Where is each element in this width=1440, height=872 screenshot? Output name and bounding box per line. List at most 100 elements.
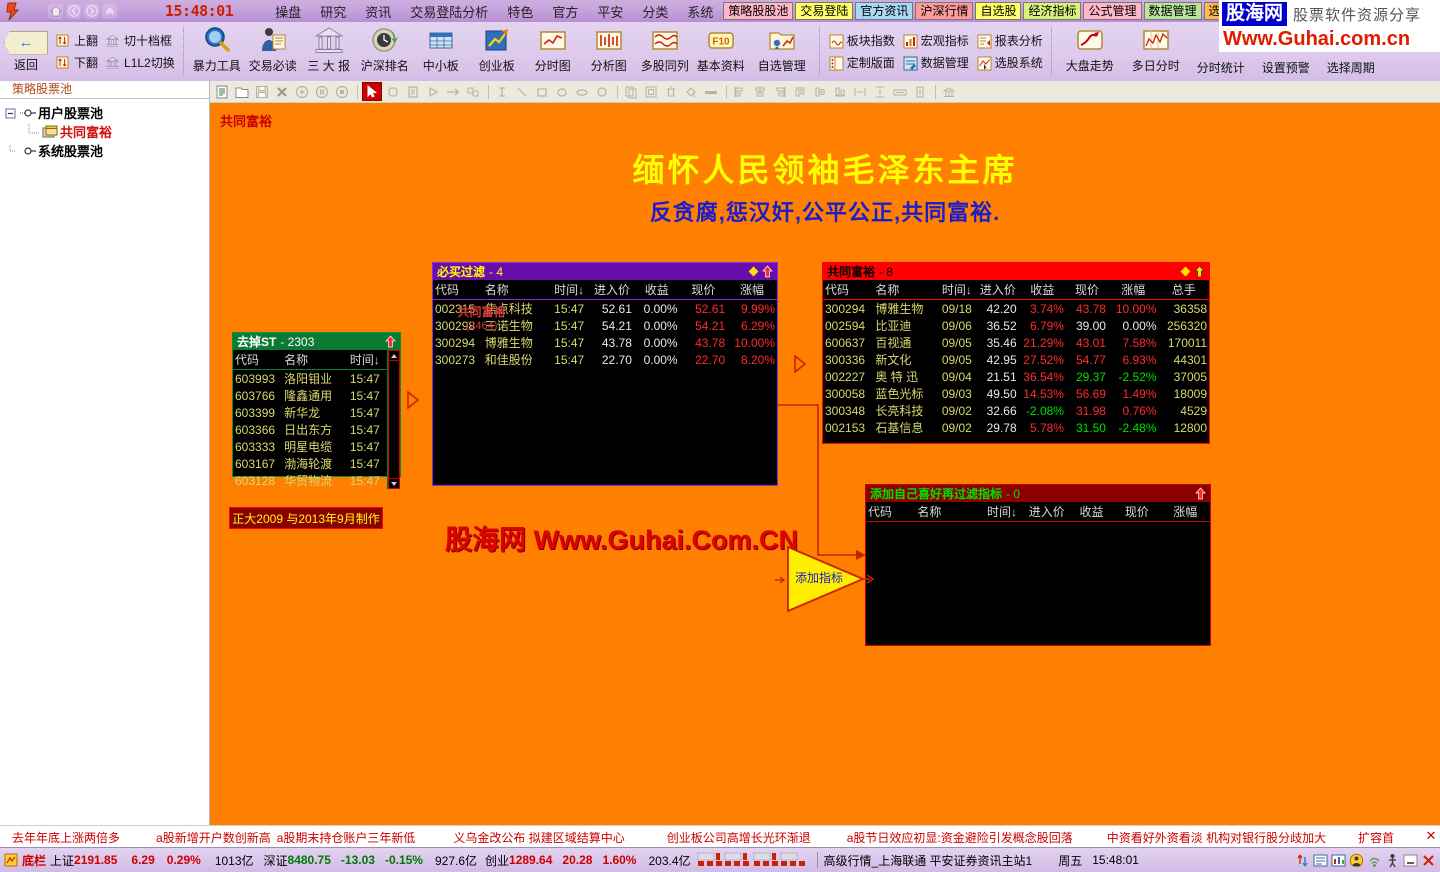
col-profit[interactable]: 收益	[634, 280, 680, 300]
ticker-item[interactable]: 创业板公司高增长光环渐退	[667, 829, 811, 846]
tag-celue-gugupchi[interactable]: 策略股股池	[723, 2, 794, 20]
col-name[interactable]: 名称	[282, 350, 343, 370]
col-price[interactable]: 现价	[1113, 502, 1160, 522]
col-chg[interactable]: 涨幅	[1161, 502, 1210, 522]
col-chg[interactable]: 涨幅	[1108, 280, 1159, 300]
triangle-icon[interactable]	[424, 83, 442, 100]
select-arrow-icon[interactable]	[362, 82, 382, 101]
table-row[interactable]: 300294 博雅生物 09/18 42.20 3.74% 43.78 10.00% 3635…	[823, 300, 1209, 318]
ticker-item[interactable]: 义乌金改公布 拟建区域结算中心	[453, 829, 624, 846]
col-price[interactable]: 现价	[1066, 280, 1108, 300]
list-icon[interactable]	[1313, 853, 1328, 868]
col-code[interactable]: 代码	[433, 280, 483, 300]
menu-item-guanfang[interactable]: 官方	[552, 2, 578, 21]
table-row[interactable]: 603766 隆鑫通用 15:47	[233, 387, 387, 404]
bank-small-icon[interactable]	[940, 83, 958, 100]
ten-level-button[interactable]: 切十档框	[105, 32, 175, 49]
back-button[interactable]: ← 返回	[0, 22, 52, 81]
line-icon[interactable]	[513, 83, 531, 100]
align-left-icon[interactable]	[731, 83, 749, 100]
close-icon[interactable]: ✕	[1424, 828, 1438, 843]
menu-item-jiaoyi-denglu-fenxi[interactable]: 交易登陆分析	[410, 2, 488, 21]
menu-item-pingan[interactable]: 平安	[597, 2, 623, 21]
status-mini-chart[interactable]	[696, 852, 806, 868]
collapse-up-icon[interactable]	[762, 265, 773, 278]
custom-layout-button[interactable]: 定制版面	[829, 54, 895, 71]
person-tray-icon[interactable]	[1349, 853, 1364, 868]
square-icon[interactable]	[533, 83, 551, 100]
circle-icon[interactable]	[593, 83, 611, 100]
window-tianjia-guolv-zhibiao[interactable]: 添加自己喜好再过滤指标 - 0 代码 名称 时间↓ 进入价 收益 现价 涨幅	[865, 484, 1211, 646]
toolbar-button-dapan-zoushi[interactable]: 大盘走势	[1057, 22, 1123, 81]
statusbar-app-icon[interactable]	[4, 853, 18, 867]
home-icon[interactable]	[48, 3, 63, 19]
paste-icon[interactable]	[642, 83, 660, 100]
open-folder-icon[interactable]	[233, 83, 251, 100]
page-down-button[interactable]: 下翻	[56, 54, 98, 71]
minus-bar-icon[interactable]	[702, 83, 720, 100]
align-center-icon[interactable]	[751, 83, 769, 100]
dist-h-icon[interactable]	[851, 83, 869, 100]
sector-index-button[interactable]: 板块指数	[829, 32, 895, 49]
table-row[interactable]: 002594 比亚迪 09/06 36.52 6.79% 39.00 0.00% 256320	[823, 317, 1209, 334]
col-entry[interactable]: 进入价	[1024, 502, 1070, 522]
person-standing-icon[interactable]	[1385, 853, 1400, 868]
ticker-item[interactable]: 扩容首	[1358, 829, 1394, 846]
table-row[interactable]: 300348 长亮科技 09/02 32.66 -2.08% 31.98 0.76% 4529	[823, 402, 1209, 419]
menu-item-tese[interactable]: 特色	[507, 2, 533, 21]
table-row[interactable]: 600637 百视通 09/05 35.46 21.29% 43.01 7.58% 17001…	[823, 334, 1209, 351]
col-code[interactable]: 代码	[823, 280, 873, 300]
tab-celue-gupiaochi[interactable]: 策略股票池	[4, 81, 86, 99]
toolbar-button-jiaoyi-bidu[interactable]: 交易必读	[245, 22, 301, 81]
page-up-button[interactable]: 上翻	[56, 32, 98, 49]
col-chg[interactable]: 涨幅	[727, 280, 777, 300]
toolbar-button-chuangyeban[interactable]: 创业板	[469, 22, 525, 81]
toolbar-button-jiben-ziliao[interactable]: F10 基本资料	[693, 22, 749, 81]
diamond-icon[interactable]	[748, 266, 759, 277]
tag-gongshi-guanli[interactable]: 公式管理	[1083, 2, 1142, 20]
play-icon[interactable]	[293, 83, 311, 100]
ticker-item[interactable]: 中资看好外资看淡 机构对银行股分歧加大	[1107, 829, 1326, 846]
col-time[interactable]: 时间↓	[980, 502, 1024, 522]
fill-icon[interactable]	[682, 83, 700, 100]
toolbar-button-duori-fenshi[interactable]: 多日分时	[1123, 22, 1189, 81]
toolbar-button-duogu-tonglie[interactable]: 多股同列	[637, 22, 693, 81]
scroll-up-button[interactable]	[388, 350, 400, 361]
col-profit[interactable]: 收益	[1070, 502, 1114, 522]
table-row[interactable]: 002153 石基信息 09/02 29.78 5.78% 31.50 -2.48% 1280…	[823, 419, 1209, 436]
window-titlebar[interactable]: 共同富裕 - 8	[823, 263, 1209, 280]
table-row[interactable]: 002227 奥 特 迅 09/04 21.51 36.54% 29.37 -2.52% 37…	[823, 368, 1209, 385]
toolbar-button-sandabao[interactable]: 三 大 报	[301, 22, 357, 81]
minimize-icon[interactable]	[1403, 853, 1418, 868]
vertical-scrollbar[interactable]	[387, 350, 400, 489]
col-name[interactable]: 名称	[483, 280, 549, 300]
table-row[interactable]: 603333 明星电缆 15:47	[233, 438, 387, 455]
trash-icon[interactable]	[662, 83, 680, 100]
delete-x-icon[interactable]	[273, 83, 291, 100]
expand-minus-icon[interactable]	[4, 105, 20, 121]
menu-item-zixun[interactable]: 资讯	[365, 2, 391, 21]
col-time[interactable]: 时间↓	[937, 280, 977, 300]
toolbar-button-shezhi-yujing[interactable]: 设置预警	[1262, 59, 1310, 76]
tag-hushen-hangqing[interactable]: 沪深行情	[915, 2, 974, 20]
flow-canvas[interactable]: 共同富裕 缅怀人民领袖毛泽东主席 反贪腐,惩汉奸,公平公正,共同富裕. 股海网 …	[210, 103, 1440, 825]
col-volume[interactable]: 总手	[1159, 280, 1209, 300]
col-price[interactable]: 现价	[680, 280, 728, 300]
copy-icon[interactable]	[622, 83, 640, 100]
ticker-item[interactable]: a股新增开户数创新高	[156, 829, 271, 846]
tag-jingji-zhibiao[interactable]: 经济指标	[1023, 2, 1082, 20]
collapse-up-icon[interactable]	[1195, 487, 1206, 500]
ticker-item[interactable]: a股节日效应初显:资金避险引发概念股回落	[847, 829, 1073, 846]
col-code[interactable]: 代码	[866, 502, 915, 522]
report-tray-icon[interactable]	[1331, 853, 1346, 868]
flowbox-icon[interactable]	[464, 83, 482, 100]
window-quediao-st[interactable]: 去掉ST - 2303 代码 名称 时间↓ 603993 洛阳钼业 15:47 …	[232, 332, 401, 489]
window-gongtong-fuyu[interactable]: 共同富裕 - 8 代码 名称 时间↓ 进入价 收益 现价 涨幅 总手 30029…	[822, 262, 1210, 444]
col-entry[interactable]: 进入价	[590, 280, 634, 300]
table-row[interactable]: 603167 渤海轮渡 15:47	[233, 455, 387, 472]
tree-node-gongtong-fuyu[interactable]: 共同富裕	[4, 122, 209, 141]
col-entry[interactable]: 进入价	[977, 280, 1019, 300]
report-analysis-button[interactable]: 报表分析	[977, 32, 1043, 49]
wifi-icon[interactable]	[1367, 853, 1382, 868]
toolbar-button-hushen-paiming[interactable]: 沪深排名	[357, 22, 413, 81]
